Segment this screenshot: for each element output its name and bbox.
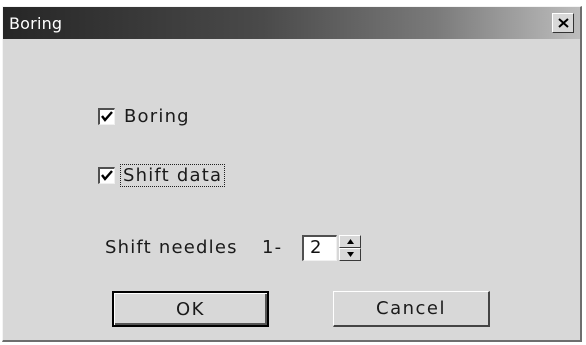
boring-label: Boring [124, 106, 190, 127]
checkmark-icon [101, 170, 113, 181]
shift-data-option[interactable]: Shift data [98, 164, 226, 187]
ok-button[interactable]: OK [112, 291, 269, 327]
shift-needles-input[interactable]: 2 [302, 235, 337, 261]
spin-down-button[interactable] [339, 248, 361, 261]
boring-option[interactable]: Boring [98, 106, 190, 127]
shift-range-prefix: 1- [262, 237, 283, 258]
checkmark-icon [101, 111, 113, 122]
spin-up-button[interactable] [339, 235, 361, 248]
cancel-button[interactable]: Cancel [333, 291, 490, 327]
shift-data-checkbox[interactable] [98, 167, 115, 184]
shift-data-label: Shift data [120, 164, 226, 187]
arrow-up-icon [347, 239, 354, 244]
shift-needles-label: Shift needles [105, 237, 238, 258]
shift-needles-spinner [339, 235, 361, 261]
close-icon [558, 18, 569, 28]
close-button[interactable] [552, 13, 574, 33]
boring-dialog: Boring Boring Shift data Shift needles 1… [2, 6, 582, 342]
title-bar[interactable]: Boring [3, 7, 580, 39]
boring-checkbox[interactable] [98, 108, 115, 125]
arrow-down-icon [347, 252, 354, 257]
window-title: Boring [9, 14, 63, 33]
